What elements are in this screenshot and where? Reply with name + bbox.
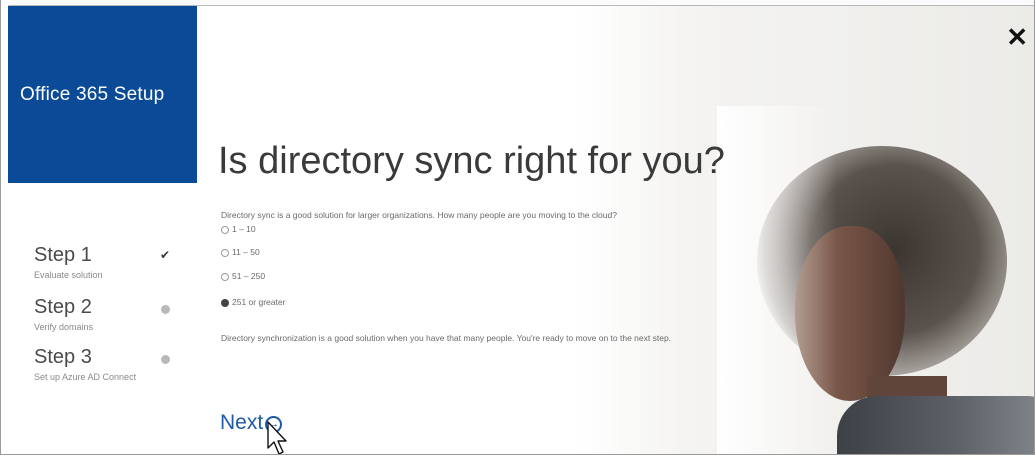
result-text: Directory synchronization is a good solu… (221, 333, 672, 343)
radio-option-11-50[interactable]: 11 – 50 (221, 247, 260, 259)
step-title: Step 1 (34, 244, 92, 266)
question-text: Directory sync is a good solution for la… (221, 210, 617, 220)
brand-panel: Office 365 Setup (8, 6, 197, 183)
radio-label: 1 – 10 (232, 224, 256, 234)
radio-button[interactable] (221, 248, 229, 257)
step-subtitle: Verify domains (34, 322, 94, 332)
photo-shoulder (837, 396, 1034, 454)
sidebar: Office 365 Setup Step 1 Evaluate solutio… (8, 6, 197, 454)
pending-dot-icon (161, 305, 170, 314)
step-1[interactable]: Step 1 Evaluate solution ✔ (34, 244, 194, 288)
radio-button[interactable] (221, 225, 229, 234)
radio-label: 11 – 50 (232, 247, 260, 257)
next-label: Next (220, 411, 264, 434)
step-subtitle: Set up Azure AD Connect (34, 372, 137, 382)
step-3[interactable]: Step 3 Set up Azure AD Connect (34, 346, 194, 390)
radio-button-selected[interactable] (221, 298, 229, 307)
page-title: Is directory sync right for you? (218, 140, 725, 182)
radio-option-1-10[interactable]: 1 – 10 (221, 224, 256, 236)
pending-dot-icon (161, 355, 170, 364)
radio-label: 251 or greater (232, 297, 286, 307)
step-subtitle: Evaluate solution (34, 270, 103, 280)
main-panel: ✕ Is directory sync right for you? Direc… (197, 6, 1034, 454)
mouse-pointer-icon (267, 421, 287, 454)
photo-fade (717, 106, 837, 454)
step-title: Step 2 (34, 296, 92, 318)
checkmark-icon: ✔ (160, 248, 171, 262)
step-2[interactable]: Step 2 Verify domains (34, 296, 194, 340)
step-title: Step 3 (34, 346, 92, 368)
close-icon[interactable]: ✕ (1006, 24, 1028, 50)
radio-button[interactable] (221, 272, 229, 281)
setup-window: Office 365 Setup Step 1 Evaluate solutio… (0, 0, 1035, 455)
brand-title: Office 365 Setup (20, 84, 165, 105)
radio-option-251-plus[interactable]: 251 or greater (221, 297, 285, 309)
radio-label: 51 – 250 (232, 271, 266, 281)
background-photo (717, 106, 1034, 454)
radio-option-51-250[interactable]: 51 – 250 (221, 271, 265, 283)
